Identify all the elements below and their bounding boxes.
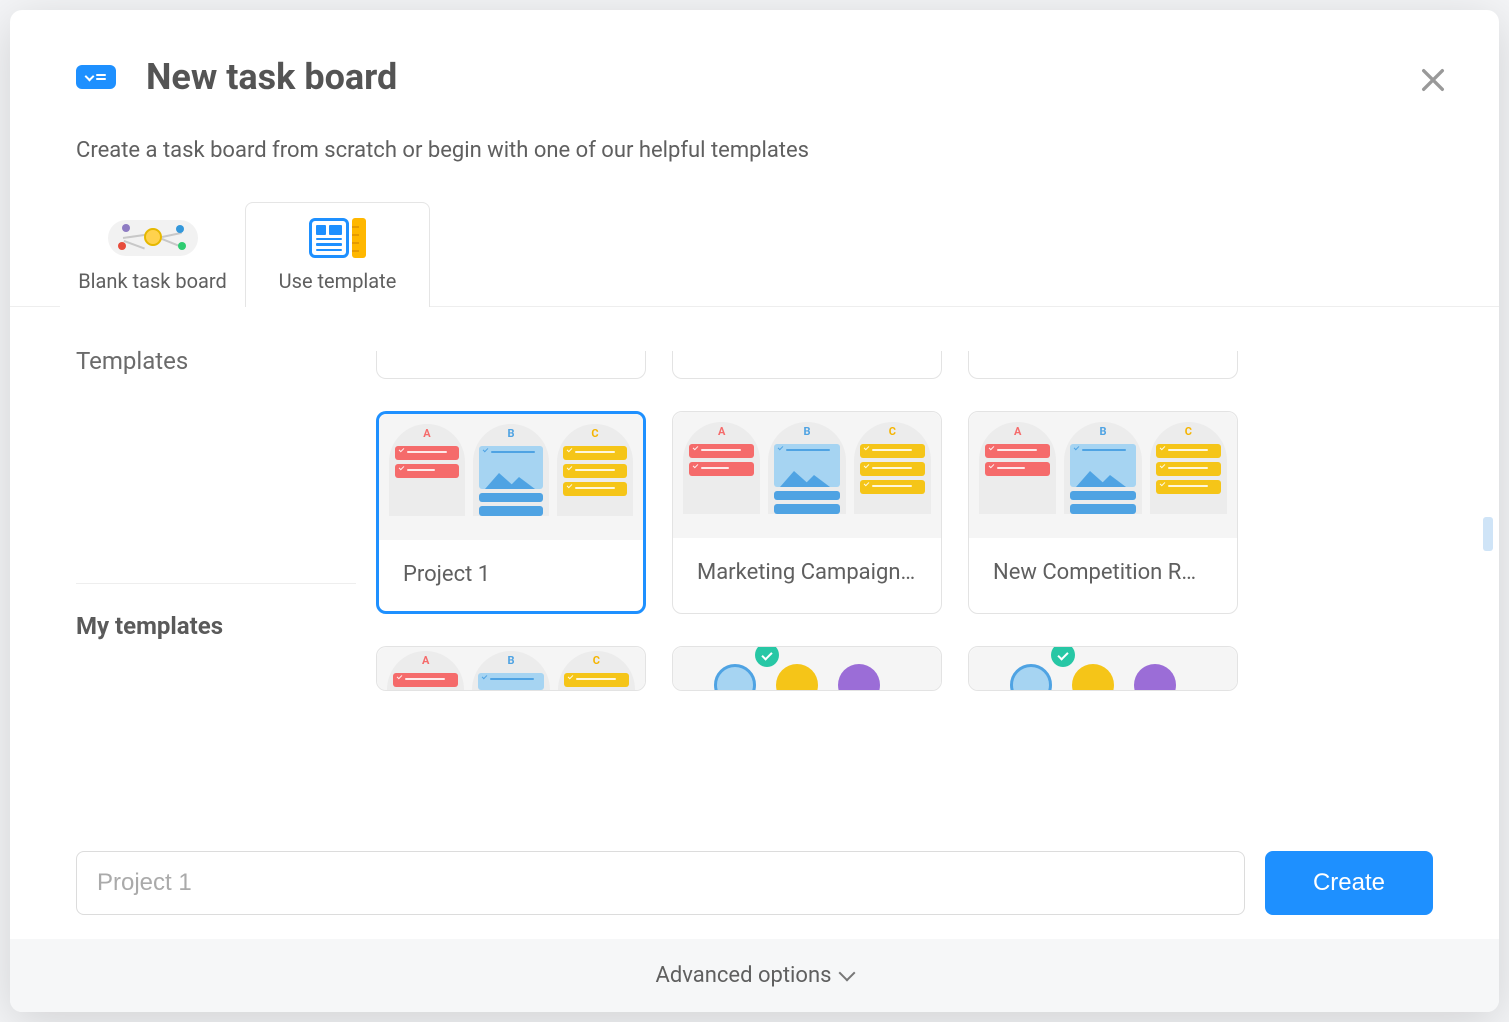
col-label-b: B: [507, 427, 514, 440]
my-template-card[interactable]: [672, 646, 942, 691]
my-template-card[interactable]: [968, 646, 1238, 691]
section-templates-label: Templates: [76, 347, 356, 375]
col-label-c: C: [1185, 425, 1192, 438]
network-icon: [69, 215, 236, 261]
board-icon: [76, 65, 116, 89]
template-card-partial[interactable]: [672, 351, 942, 379]
chevron-down-icon: [839, 964, 856, 981]
modal-header: New task board Create a task board from …: [10, 10, 1499, 201]
modal-subtitle: Create a task board from scratch or begi…: [76, 138, 1433, 163]
col-label-b: B: [803, 425, 810, 438]
template-preview: A B C: [673, 412, 941, 538]
tab-blank-board[interactable]: Blank task board: [60, 202, 245, 307]
side-labels: Templates My templates: [76, 347, 356, 806]
template-card-marketing-campaign[interactable]: A B C Marke: [672, 411, 942, 614]
create-button[interactable]: Create: [1265, 851, 1433, 915]
advanced-options-toggle[interactable]: Advanced options: [10, 939, 1499, 1012]
modal-title: New task board: [146, 56, 397, 98]
col-label-a: A: [1014, 425, 1021, 438]
template-card-partial[interactable]: [376, 351, 646, 379]
col-label-a: A: [718, 425, 725, 438]
template-name: Marketing Campaign…: [673, 538, 941, 609]
template-row-partial-top: [376, 347, 1459, 379]
template-row: A B C Proje: [376, 411, 1459, 614]
col-label-a: A: [423, 427, 430, 440]
col-label-b: B: [1099, 425, 1106, 438]
my-template-card[interactable]: A B C: [376, 646, 646, 691]
col-label-c: C: [591, 427, 598, 440]
template-card-partial[interactable]: [968, 351, 1238, 379]
tab-use-template[interactable]: Use template: [245, 202, 430, 307]
template-gallery: Templates My templates A B: [10, 307, 1499, 826]
tab-label: Blank task board: [78, 269, 227, 293]
new-task-board-modal: New task board Create a task board from …: [10, 10, 1499, 1012]
col-label-b: B: [507, 654, 514, 667]
col-label-c: C: [593, 654, 600, 667]
close-icon: [1417, 64, 1449, 96]
template-name: New Competition R…: [969, 538, 1237, 609]
template-icon: [254, 215, 421, 261]
template-name: Project 1: [379, 540, 643, 611]
tab-label: Use template: [279, 269, 397, 293]
template-card-new-competition[interactable]: A B C New C: [968, 411, 1238, 614]
my-template-row-partial: A B C: [376, 646, 1459, 691]
close-button[interactable]: [1413, 60, 1453, 100]
people-preview: [969, 647, 1237, 690]
modal-footer: Create: [10, 826, 1499, 939]
tab-bar: Blank task board Use template: [10, 201, 1499, 307]
scrollbar-thumb[interactable]: [1483, 517, 1493, 551]
board-name-input[interactable]: [76, 851, 1245, 915]
template-preview: A B C: [969, 412, 1237, 538]
advanced-options-label: Advanced options: [656, 963, 832, 988]
people-preview: [673, 647, 941, 690]
section-my-templates-label: My templates: [76, 612, 356, 640]
template-card-project-1[interactable]: A B C Proje: [376, 411, 646, 614]
col-label-a: A: [422, 654, 429, 667]
col-label-c: C: [889, 425, 896, 438]
template-preview: A B C: [379, 414, 643, 540]
